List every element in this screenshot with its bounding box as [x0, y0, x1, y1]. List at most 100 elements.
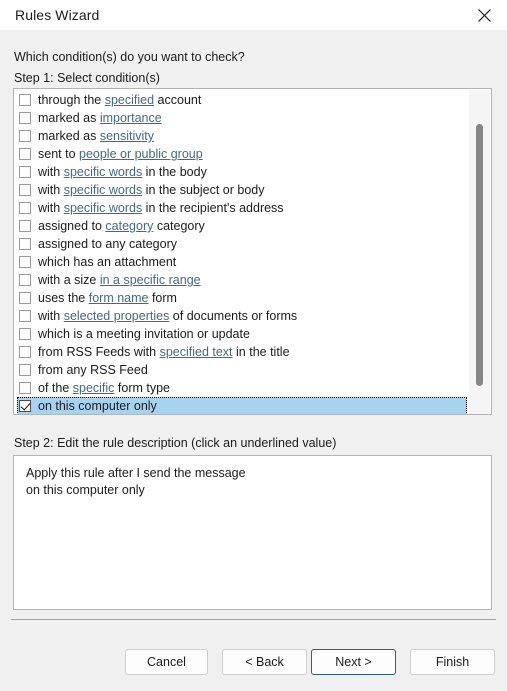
condition-label: with a size in a specific range — [38, 273, 201, 287]
condition-text: which is a meeting invitation or update — [38, 327, 250, 341]
condition-text: with — [38, 165, 64, 179]
scrollbar-thumb[interactable] — [476, 124, 483, 386]
condition-label: of the specific form type — [38, 381, 170, 395]
condition-row[interactable]: from any RSS Feed — [14, 361, 470, 379]
step2-label: Step 2: Edit the rule description (click… — [14, 436, 337, 450]
wizard-panel: Which condition(s) do you want to check?… — [0, 30, 507, 675]
condition-link[interactable]: people or public group — [79, 147, 203, 161]
window-title: Rules Wizard — [15, 7, 100, 23]
condition-link[interactable]: specific words — [64, 165, 143, 179]
conditions-list-items: through the specified account marked as i… — [14, 89, 470, 414]
close-icon — [477, 8, 492, 23]
condition-text: in the recipient's address — [142, 201, 284, 215]
condition-text: from any RSS Feed — [38, 363, 148, 377]
condition-text: marked as — [38, 111, 100, 125]
condition-row[interactable]: with a size in a specific range — [14, 271, 470, 289]
rule-description-line: on this computer only — [26, 483, 145, 497]
condition-label: with specific words in the body — [38, 165, 207, 179]
condition-label: which is a meeting invitation or update — [38, 327, 250, 341]
conditions-scrollbar[interactable] — [469, 90, 490, 414]
condition-row[interactable]: with specific words in the body — [14, 163, 470, 181]
condition-text: with — [38, 201, 64, 215]
condition-text: which has an attachment — [38, 255, 177, 269]
rule-description-box[interactable]: Apply this rule after I send the message… — [13, 455, 492, 610]
condition-text: in the subject or body — [142, 183, 265, 197]
condition-row[interactable]: uses the form name form — [14, 289, 470, 307]
condition-link[interactable]: specified text — [160, 345, 233, 359]
condition-link[interactable]: specific — [73, 381, 115, 395]
condition-label: sent to people or public group — [38, 147, 203, 161]
window-title-bar: Rules Wizard — [0, 0, 507, 30]
condition-row[interactable]: marked as importance — [14, 109, 470, 127]
condition-text: sent to — [38, 147, 79, 161]
condition-link[interactable]: specific words — [64, 201, 143, 215]
back-button[interactable]: < Back — [222, 649, 307, 675]
step1-label: Step 1: Select condition(s) — [14, 71, 160, 85]
condition-text: account — [154, 93, 202, 107]
condition-row[interactable]: through the specified account — [14, 91, 470, 109]
condition-link[interactable]: sensitivity — [100, 129, 154, 143]
condition-label: marked as sensitivity — [38, 129, 154, 143]
finish-button[interactable]: Finish — [410, 649, 495, 675]
condition-checkbox[interactable] — [19, 220, 31, 232]
conditions-list[interactable]: through the specified account marked as i… — [13, 88, 492, 415]
condition-text: form type — [114, 381, 171, 395]
condition-checkbox[interactable] — [19, 292, 31, 304]
condition-label: with selected properties of documents or… — [38, 309, 297, 323]
condition-checkbox[interactable] — [19, 130, 31, 142]
condition-checkbox[interactable] — [19, 346, 31, 358]
condition-checkbox[interactable] — [19, 274, 31, 286]
condition-row[interactable]: of the specific form type — [14, 379, 470, 397]
condition-checkbox[interactable] — [19, 310, 31, 322]
condition-label: uses the form name form — [38, 291, 177, 305]
condition-label: which has an attachment — [38, 255, 176, 269]
condition-label: through the specified account — [38, 93, 201, 107]
condition-text: through the — [38, 93, 105, 107]
condition-row[interactable]: which is a meeting invitation or update — [14, 325, 470, 343]
condition-checkbox[interactable] — [19, 400, 31, 412]
condition-link[interactable]: form name — [89, 291, 149, 305]
condition-row[interactable]: from RSS Feeds with specified text in th… — [14, 343, 470, 361]
condition-text: of documents or forms — [169, 309, 298, 323]
condition-label: from any RSS Feed — [38, 363, 148, 377]
condition-row[interactable]: assigned to category category — [14, 217, 470, 235]
cancel-button[interactable]: Cancel — [125, 649, 208, 675]
condition-text: with — [38, 309, 64, 323]
rule-description-line: Apply this rule after I send the message — [26, 466, 246, 480]
condition-checkbox[interactable] — [19, 364, 31, 376]
condition-checkbox[interactable] — [19, 184, 31, 196]
condition-row[interactable]: with specific words in the recipient's a… — [14, 199, 470, 217]
condition-link[interactable]: importance — [100, 111, 162, 125]
condition-row[interactable]: marked as sensitivity — [14, 127, 470, 145]
condition-checkbox[interactable] — [19, 112, 31, 124]
condition-label: on this computer only — [38, 399, 157, 413]
condition-text: assigned to any category — [38, 237, 177, 251]
condition-text: marked as — [38, 129, 100, 143]
condition-row[interactable]: sent to people or public group — [14, 145, 470, 163]
condition-checkbox[interactable] — [19, 166, 31, 178]
condition-checkbox[interactable] — [19, 328, 31, 340]
condition-text: with — [38, 183, 64, 197]
condition-checkbox[interactable] — [19, 238, 31, 250]
condition-row[interactable]: with specific words in the subject or bo… — [14, 181, 470, 199]
next-button[interactable]: Next > — [311, 649, 396, 675]
condition-label: with specific words in the subject or bo… — [38, 183, 265, 197]
condition-link[interactable]: specific words — [64, 183, 143, 197]
condition-checkbox[interactable] — [19, 94, 31, 106]
condition-link[interactable]: in a specific range — [100, 273, 201, 287]
condition-checkbox[interactable] — [19, 148, 31, 160]
condition-label: from RSS Feeds with specified text in th… — [38, 345, 290, 359]
condition-row[interactable]: on this computer only — [17, 397, 467, 414]
condition-checkbox[interactable] — [19, 202, 31, 214]
condition-text: form — [148, 291, 177, 305]
condition-link[interactable]: selected properties — [64, 309, 170, 323]
condition-link[interactable]: category — [105, 219, 153, 233]
condition-checkbox[interactable] — [19, 382, 31, 394]
condition-checkbox[interactable] — [19, 256, 31, 268]
condition-link[interactable]: specified — [105, 93, 154, 107]
condition-row[interactable]: assigned to any category — [14, 235, 470, 253]
condition-text: assigned to — [38, 219, 106, 233]
close-button[interactable] — [461, 0, 507, 30]
condition-row[interactable]: which has an attachment — [14, 253, 470, 271]
condition-row[interactable]: with selected properties of documents or… — [14, 307, 470, 325]
